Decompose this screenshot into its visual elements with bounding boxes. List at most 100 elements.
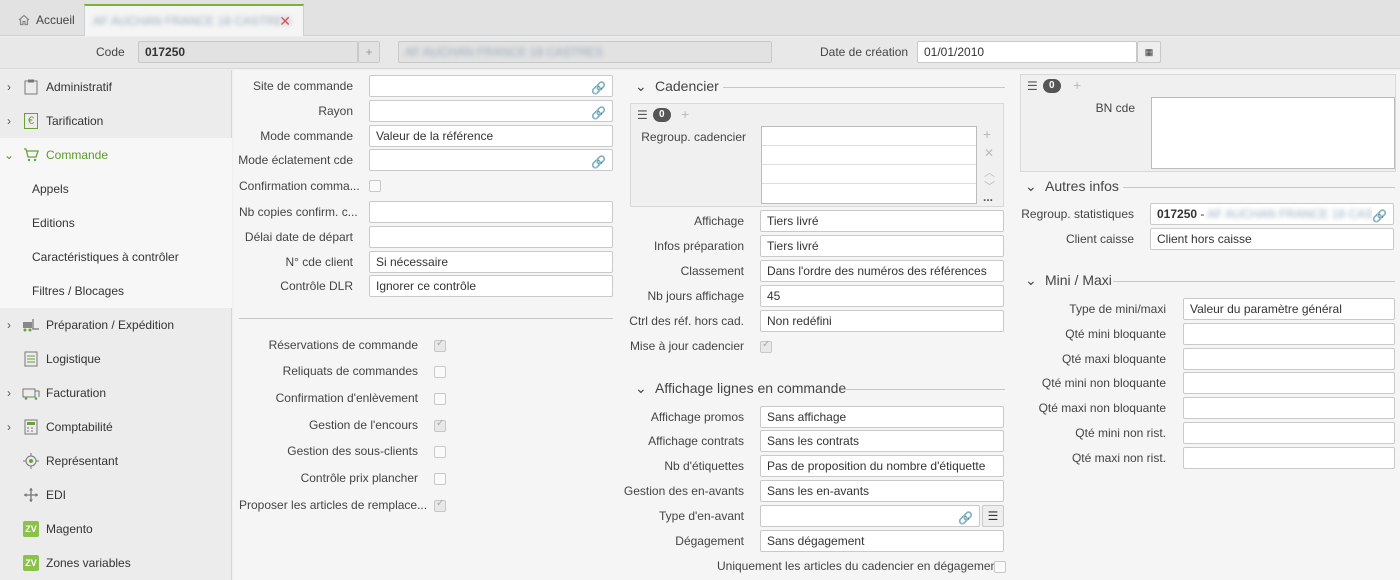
site-commande-field[interactable]: 🔗 bbox=[369, 75, 613, 97]
sidebar-item-comptabilite[interactable]: › Comptabilité bbox=[0, 410, 232, 444]
regroup-cadencier-list[interactable] bbox=[761, 126, 977, 204]
field-label: Nb d'étiquettes bbox=[664, 459, 744, 473]
sidebar-item-label: Comptabilité bbox=[46, 420, 113, 434]
delai-depart-field[interactable] bbox=[369, 226, 613, 248]
tab-client[interactable]: AF AUCHAN FRANCE 18 CASTRES ✕ bbox=[84, 4, 304, 36]
sidebar-item-label: Préparation / Expédition bbox=[46, 318, 175, 332]
qte-mini-non-rist-field[interactable] bbox=[1183, 422, 1395, 444]
sidebar-item-administratif[interactable]: › Administratif bbox=[0, 70, 232, 104]
articles-remplacement-checkbox[interactable] bbox=[434, 498, 446, 512]
mode-eclatement-field[interactable]: 🔗 bbox=[369, 149, 613, 171]
creation-date-field[interactable]: 01/01/2010 bbox=[917, 41, 1137, 63]
sidebar-item-edi[interactable]: EDI bbox=[0, 478, 232, 512]
list-icon[interactable]: ☰ bbox=[637, 108, 648, 122]
list-icon[interactable]: ☰ bbox=[982, 505, 1004, 527]
qte-mini-non-bloquante-field[interactable] bbox=[1183, 372, 1395, 394]
calendar-icon[interactable]: ▦ bbox=[1137, 41, 1161, 63]
sidebar-item-preparation[interactable]: › Préparation / Expédition bbox=[0, 308, 232, 342]
field-label: Regroup. statistiques bbox=[1021, 207, 1134, 221]
check-label: Gestion de l'encours bbox=[308, 418, 418, 432]
more-button[interactable]: ... bbox=[983, 190, 993, 204]
link-icon: 🔗 bbox=[591, 155, 606, 169]
check-label: Gestion des sous-clients bbox=[287, 444, 418, 458]
nb-copies-field[interactable] bbox=[369, 201, 613, 223]
close-icon[interactable]: ✕ bbox=[279, 13, 291, 30]
chevron-right-icon: › bbox=[7, 386, 11, 400]
confirmation-commande-checkbox[interactable] bbox=[369, 180, 381, 192]
add-icon[interactable]: + bbox=[358, 41, 380, 63]
qte-mini-bloquante-field[interactable] bbox=[1183, 323, 1395, 345]
type-en-avant-field[interactable]: 🔗 bbox=[760, 505, 980, 527]
bn-cde-textarea[interactable] bbox=[1151, 97, 1395, 169]
prix-plancher-checkbox[interactable] bbox=[434, 473, 446, 485]
gestion-encours-checkbox[interactable] bbox=[434, 418, 446, 432]
maj-cadencier-checkbox[interactable] bbox=[760, 339, 772, 353]
controle-dlr-field[interactable]: Ignorer ce contrôle bbox=[369, 275, 613, 297]
sidebar-item-representant[interactable]: Représentant bbox=[0, 444, 232, 478]
type-minimaxi-field[interactable]: Valeur du paramètre général bbox=[1183, 298, 1395, 320]
cart-icon bbox=[22, 146, 40, 164]
reliquats-checkbox[interactable] bbox=[434, 366, 446, 378]
gestion-en-avants-field[interactable]: Sans les en-avants bbox=[760, 480, 1004, 502]
tab-home[interactable]: Accueil bbox=[8, 4, 80, 36]
sidebar-item-commande[interactable]: ⌄ Commande bbox=[0, 138, 232, 172]
sidebar-item-label: Editions bbox=[32, 216, 75, 230]
affichage-field[interactable]: Tiers livré bbox=[760, 210, 1004, 232]
regroup-statistiques-field[interactable]: 017250 - AF AUCHAN FRANCE 18 CAST 🔗 bbox=[1150, 203, 1394, 225]
sidebar-item-label: Tarification bbox=[46, 114, 104, 128]
tab-bar: Accueil AF AUCHAN FRANCE 18 CASTRES ✕ bbox=[0, 0, 1400, 36]
mode-commande-field[interactable]: Valeur de la référence bbox=[369, 125, 613, 147]
field-label: Client caisse bbox=[1065, 232, 1134, 246]
sidebar-item-facturation[interactable]: › Facturation bbox=[0, 376, 232, 410]
sous-clients-checkbox[interactable] bbox=[434, 446, 446, 458]
sidebar-item-filtres-blocages[interactable]: Filtres / Blocages bbox=[0, 274, 232, 308]
divider bbox=[723, 87, 1005, 88]
check-label: Contrôle prix plancher bbox=[300, 471, 418, 485]
sidebar-item-logistique[interactable]: Logistique bbox=[0, 342, 232, 376]
cadencier-collapse-icon[interactable]: ⌄ bbox=[635, 78, 647, 95]
sidebar-item-tarification[interactable]: › € Tarification bbox=[0, 104, 232, 138]
ctrl-ref-field[interactable]: Non redéfini bbox=[760, 310, 1004, 332]
remove-icon[interactable]: ✕ bbox=[984, 146, 994, 160]
sidebar-item-zones-variables[interactable]: ZV Zones variables bbox=[0, 546, 232, 580]
code-field[interactable]: 017250 bbox=[138, 41, 358, 63]
qte-maxi-bloquante-field[interactable] bbox=[1183, 348, 1395, 370]
cde-client-field[interactable]: Si nécessaire bbox=[369, 251, 613, 273]
qte-maxi-non-rist-field[interactable] bbox=[1183, 447, 1395, 469]
client-name-field[interactable]: AF AUCHAN FRANCE 18 CASTRES bbox=[398, 41, 772, 63]
field-label: Nb jours affichage bbox=[647, 289, 744, 303]
sidebar-item-caracteristiques[interactable]: Caractéristiques à contrôler bbox=[0, 240, 232, 274]
reservations-checkbox[interactable] bbox=[434, 338, 446, 352]
field-label: Mise à jour cadencier bbox=[629, 339, 744, 353]
add-icon[interactable]: + bbox=[1073, 77, 1081, 93]
add-icon[interactable]: + bbox=[681, 106, 689, 122]
affichage-promos-field[interactable]: Sans affichage bbox=[760, 406, 1004, 428]
nb-etiquettes-field[interactable]: Pas de proposition du nombre d'étiquette bbox=[760, 455, 1004, 477]
uniquement-degagement-checkbox[interactable] bbox=[994, 561, 1006, 573]
classement-field[interactable]: Dans l'ordre des numéros des références bbox=[760, 260, 1004, 282]
sidebar-item-editions[interactable]: Editions bbox=[0, 206, 232, 240]
sidebar-item-label: EDI bbox=[46, 488, 67, 502]
sidebar-item-appels[interactable]: Appels bbox=[0, 172, 232, 206]
rayon-field[interactable]: 🔗 bbox=[369, 100, 613, 122]
list-icon[interactable]: ☰ bbox=[1027, 79, 1038, 93]
confirmation-enlevement-checkbox[interactable] bbox=[434, 393, 446, 405]
affichage-contrats-field[interactable]: Sans les contrats bbox=[760, 430, 1004, 452]
autres-collapse-icon[interactable]: ⌄ bbox=[1025, 178, 1037, 195]
field-label: Mode commande bbox=[260, 129, 353, 143]
sidebar-item-magento[interactable]: ZV Magento bbox=[0, 512, 232, 546]
minimaxi-collapse-icon[interactable]: ⌄ bbox=[1025, 272, 1037, 289]
chevron-right-icon: › bbox=[7, 80, 11, 94]
affichage-collapse-icon[interactable]: ⌄ bbox=[635, 380, 647, 397]
divider bbox=[1113, 281, 1395, 282]
qte-maxi-non-bloquante-field[interactable] bbox=[1183, 397, 1395, 419]
client-caisse-field[interactable]: Client hors caisse bbox=[1150, 228, 1394, 250]
chevron-right-icon: › bbox=[7, 114, 11, 128]
infos-preparation-field[interactable]: Tiers livré bbox=[760, 235, 1004, 257]
degagement-field[interactable]: Sans dégagement bbox=[760, 530, 1004, 552]
field-label: Qté mini non rist. bbox=[1075, 426, 1166, 440]
add-icon[interactable]: + bbox=[983, 126, 991, 142]
autres-infos-title: Autres infos bbox=[1045, 178, 1119, 194]
nb-jours-field[interactable]: 45 bbox=[760, 285, 1004, 307]
divider bbox=[1123, 187, 1395, 188]
